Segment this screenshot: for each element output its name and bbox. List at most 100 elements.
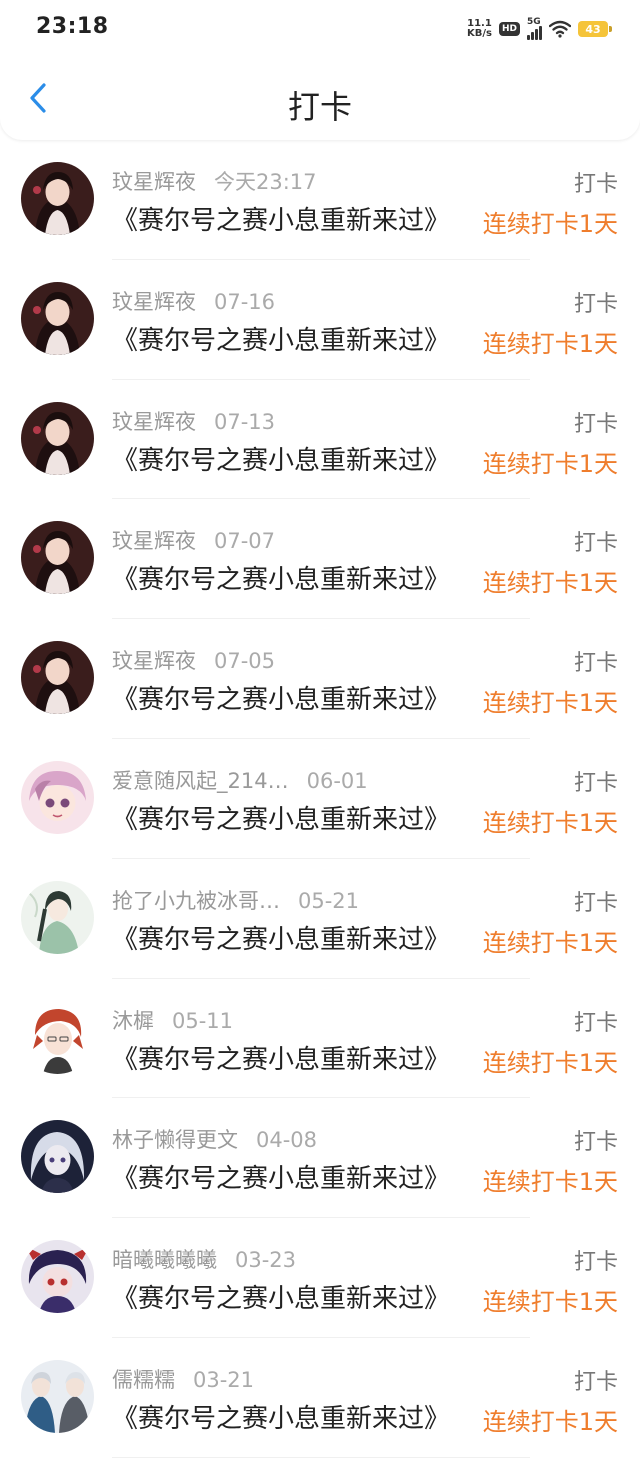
entry-date: 05-21 [298,888,360,913]
username[interactable]: 玟星辉夜 [112,166,196,196]
book-title[interactable]: 《赛尔号之赛小息重新来过》 [112,200,450,237]
entry-date: 03-23 [235,1248,297,1273]
entry-type: 打卡 [573,1250,618,1276]
entry-meta: 玟星辉夜 07-07 [112,525,275,555]
entry-meta: 抢了小九被冰哥… 05-21 [112,885,359,915]
entry-date: 03-21 [193,1367,255,1392]
username[interactable]: 玟星辉夜 [112,645,196,675]
status-icons: 11.1 KB/s HD 5G 43 [467,16,612,42]
top-bar: 23:18 11.1 KB/s HD 5G 43 打卡 [0,0,640,140]
streak-label: 连续打卡1天 [482,1168,618,1197]
list-item[interactable]: 沐樨 05-11 《赛尔号之赛小息重新来过》 打卡 连续打卡1天 [0,979,640,1099]
list-item[interactable]: 玟星辉夜 今天23:17 《赛尔号之赛小息重新来过》 打卡 连续打卡1天 [0,140,640,260]
username[interactable]: 抢了小九被冰哥… [112,885,280,915]
hd-icon: HD [498,22,520,36]
streak-label: 连续打卡1天 [482,1407,618,1436]
username[interactable]: 玟星辉夜 [112,525,196,555]
entry-date: 05-11 [172,1008,234,1033]
streak-label: 连续打卡1天 [482,210,618,238]
network-type: 5G [527,17,541,27]
entry-meta: 暗曦曦曦曦 03-23 [112,1244,296,1274]
avatar[interactable] [21,162,94,235]
streak-label: 连续打卡1天 [482,1288,618,1317]
book-title[interactable]: 《赛尔号之赛小息重新来过》 [112,679,450,716]
avatar[interactable] [21,880,94,954]
entry-date: 07-16 [214,289,276,314]
avatar[interactable] [21,1240,94,1314]
streak-label: 连续打卡1天 [482,449,618,478]
username[interactable]: 爱意随风起_214… [112,765,289,795]
entry-type: 打卡 [573,890,618,916]
entry-meta: 林子懒得更文 04-08 [112,1124,317,1154]
nav-bar: 打卡 [0,56,640,140]
entry-type: 打卡 [573,651,618,677]
username[interactable]: 儒糯糯 [112,1364,175,1394]
entry-type: 打卡 [573,1010,618,1036]
battery-level: 43 [585,22,601,36]
book-title[interactable]: 《赛尔号之赛小息重新来过》 [112,1398,450,1435]
network-speed-unit: KB/s [467,28,492,39]
list-item[interactable]: 爱意随风起_214… 06-01 《赛尔号之赛小息重新来过》 打卡 连续打卡1天 [0,739,640,859]
status-time: 23:18 [36,14,109,39]
entry-date: 07-05 [214,649,276,674]
entry-type: 打卡 [573,770,618,796]
streak-label: 连续打卡1天 [482,329,618,358]
entry-date: 04-08 [256,1128,318,1153]
checkin-list: 玟星辉夜 今天23:17 《赛尔号之赛小息重新来过》 打卡 连续打卡1天 玟星辉… [0,140,640,1458]
list-item[interactable]: 玟星辉夜 07-05 《赛尔号之赛小息重新来过》 打卡 连续打卡1天 [0,619,640,739]
entry-type: 打卡 [573,172,618,197]
avatar[interactable] [21,281,94,355]
streak-label: 连续打卡1天 [482,689,618,718]
streak-label: 连续打卡1天 [482,569,618,598]
book-title[interactable]: 《赛尔号之赛小息重新来过》 [112,1039,450,1076]
username[interactable]: 暗曦曦曦曦 [112,1244,217,1274]
avatar[interactable] [21,1000,94,1074]
streak-label: 连续打卡1天 [482,808,618,837]
entry-date: 06-01 [306,768,368,793]
username[interactable]: 沐樨 [112,1005,154,1035]
avatar[interactable] [21,521,94,595]
avatar[interactable] [21,760,94,834]
page-title: 打卡 [287,88,352,126]
entry-date: 07-13 [214,409,276,434]
entry-type: 打卡 [573,291,618,317]
entry-type: 打卡 [573,1369,618,1395]
streak-label: 连续打卡1天 [482,1048,618,1077]
list-item[interactable]: 玟星辉夜 07-13 《赛尔号之赛小息重新来过》 打卡 连续打卡1天 [0,380,640,500]
list-item[interactable]: 暗曦曦曦曦 03-23 《赛尔号之赛小息重新来过》 打卡 连续打卡1天 [0,1218,640,1338]
username[interactable]: 林子懒得更文 [112,1124,238,1154]
wifi-icon [549,20,571,38]
entry-meta: 玟星辉夜 今天23:17 [112,166,317,196]
book-title[interactable]: 《赛尔号之赛小息重新来过》 [112,559,450,596]
entry-type: 打卡 [573,531,618,557]
book-title[interactable]: 《赛尔号之赛小息重新来过》 [112,799,450,836]
entry-meta: 爱意随风起_214… 06-01 [112,765,368,795]
list-item[interactable]: 玟星辉夜 07-07 《赛尔号之赛小息重新来过》 打卡 连续打卡1天 [0,499,640,619]
book-title[interactable]: 《赛尔号之赛小息重新来过》 [112,919,450,956]
entry-meta: 沐樨 05-11 [112,1005,233,1035]
avatar[interactable] [21,401,94,475]
list-item[interactable]: 儒糯糯 03-21 《赛尔号之赛小息重新来过》 打卡 连续打卡1天 [0,1338,640,1458]
avatar[interactable] [21,1120,94,1194]
entry-meta: 玟星辉夜 07-13 [112,406,275,436]
entry-type: 打卡 [573,1130,618,1156]
signal-icon: 5G [527,17,542,40]
network-speed: 11.1 KB/s [467,19,492,39]
avatar[interactable] [21,1359,94,1433]
username[interactable]: 玟星辉夜 [112,286,196,316]
username[interactable]: 玟星辉夜 [112,406,196,436]
entry-meta: 玟星辉夜 07-05 [112,645,275,675]
list-item[interactable]: 玟星辉夜 07-16 《赛尔号之赛小息重新来过》 打卡 连续打卡1天 [0,260,640,380]
book-title[interactable]: 《赛尔号之赛小息重新来过》 [112,440,450,477]
list-item[interactable]: 林子懒得更文 04-08 《赛尔号之赛小息重新来过》 打卡 连续打卡1天 [0,1098,640,1218]
book-title[interactable]: 《赛尔号之赛小息重新来过》 [112,1158,450,1195]
status-bar: 23:18 11.1 KB/s HD 5G 43 [0,0,640,56]
book-title[interactable]: 《赛尔号之赛小息重新来过》 [112,320,450,357]
avatar[interactable] [21,641,94,715]
streak-label: 连续打卡1天 [482,928,618,957]
list-item[interactable]: 抢了小九被冰哥… 05-21 《赛尔号之赛小息重新来过》 打卡 连续打卡1天 [0,859,640,979]
book-title[interactable]: 《赛尔号之赛小息重新来过》 [112,1278,450,1315]
entry-date: 07-07 [214,529,276,554]
entry-meta: 儒糯糯 03-21 [112,1364,254,1394]
entry-meta: 玟星辉夜 07-16 [112,286,275,316]
